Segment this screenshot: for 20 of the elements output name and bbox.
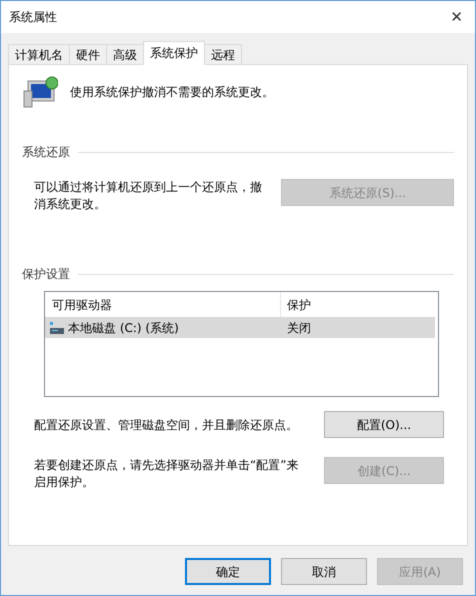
column-header[interactable]: 保护 — [281, 292, 438, 317]
dialog-button[interactable]: 取消 — [281, 558, 367, 585]
section-heading: 系统还原 — [22, 144, 70, 161]
computer-shield-icon — [22, 75, 58, 109]
tab[interactable]: 计算机名 — [8, 44, 70, 65]
drive-row[interactable]: 本地磁盘 (C:) (系统) 关闭 — [45, 317, 435, 338]
create-description: 若要创建还原点，请先选择驱动器并单击“配置”来启用保护。 — [34, 457, 300, 491]
intro-text: 使用系统保护撤消不需要的系统更改。 — [70, 84, 274, 101]
restore-description: 可以通过将计算机还原到上一个还原点，撤消系统更改。 — [34, 179, 263, 213]
tab[interactable]: 系统保护 — [143, 41, 205, 65]
window-title: 系统属性 — [9, 9, 57, 26]
dialog-button[interactable]: 配置(O)... — [324, 411, 444, 438]
configure-description: 配置还原设置、管理磁盘空间，并且删除还原点。 — [34, 416, 298, 434]
dialog-button[interactable]: 确定 — [185, 558, 271, 585]
close-button[interactable]: ✕ — [450, 6, 463, 28]
table-cell-text: 本地磁盘 (C:) (系统) — [68, 320, 179, 336]
drive-icon — [50, 322, 64, 334]
tab[interactable]: 远程 — [204, 44, 242, 65]
section-heading: 保护设置 — [22, 266, 70, 283]
table-cell-text: 关闭 — [286, 320, 311, 336]
